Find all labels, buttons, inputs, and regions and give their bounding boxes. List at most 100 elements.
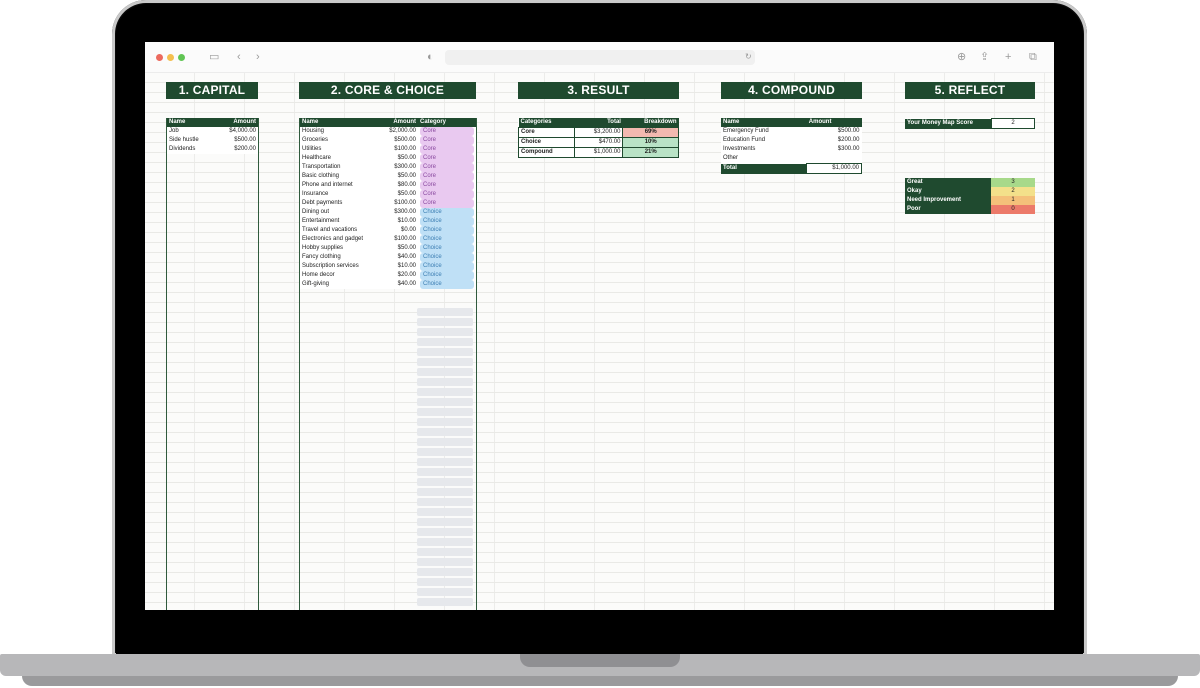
empty-category-cell[interactable] (417, 398, 473, 406)
category-chip[interactable]: Choice (420, 271, 474, 280)
empty-category-cell[interactable] (417, 408, 473, 416)
table-row[interactable]: Phone and internet $80.00 Core (300, 181, 476, 190)
empty-category-cell[interactable] (417, 548, 473, 556)
core-cell-category[interactable]: Choice (418, 235, 476, 244)
core-cell-name[interactable]: Electronics and gadget (300, 235, 380, 244)
back-icon[interactable]: ‹ (237, 50, 241, 64)
table-row[interactable]: Compound $1,000.00 21% (517, 147, 679, 158)
table-row[interactable]: Insurance $50.00 Core (300, 190, 476, 199)
core-cell-name[interactable]: Phone and internet (300, 181, 380, 190)
capital-cell-name[interactable]: Side hustle (167, 136, 215, 145)
core-cell-amount[interactable]: $50.00 (380, 190, 418, 199)
category-chip[interactable]: Core (420, 145, 474, 154)
category-chip[interactable]: Choice (420, 226, 474, 235)
empty-category-cell[interactable] (417, 438, 473, 446)
download-icon[interactable]: ⊕ (957, 50, 966, 64)
category-chip[interactable]: Core (420, 199, 474, 208)
table-row[interactable]: Entertainment $10.00 Choice (300, 217, 476, 226)
capital-cell-name[interactable]: Dividends (167, 145, 215, 154)
category-chip[interactable]: Choice (420, 217, 474, 226)
category-chip[interactable]: Choice (420, 235, 474, 244)
result-cell-category[interactable]: Choice (517, 137, 576, 148)
table-row[interactable]: Investments $300.00 (721, 145, 862, 154)
empty-category-cell[interactable] (417, 468, 473, 476)
core-cell-category[interactable]: Core (418, 154, 476, 163)
core-cell-amount[interactable]: $0.00 (380, 226, 418, 235)
empty-category-cell[interactable] (417, 378, 473, 386)
core-cell-category[interactable]: Core (418, 127, 476, 136)
category-chip[interactable]: Choice (420, 208, 474, 217)
category-chip[interactable]: Choice (420, 280, 474, 289)
category-chip[interactable]: Core (420, 127, 474, 136)
core-cell-category[interactable]: Core (418, 136, 476, 145)
core-cell-name[interactable]: Subscription services (300, 262, 380, 271)
empty-category-cell[interactable] (417, 488, 473, 496)
empty-category-cell[interactable] (417, 538, 473, 546)
table-row[interactable]: Transportation $300.00 Core (300, 163, 476, 172)
table-row[interactable]: Emergency Fund $500.00 (721, 127, 862, 136)
empty-category-cell[interactable] (417, 528, 473, 536)
table-row[interactable]: Housing $2,000.00 Core (300, 127, 476, 136)
result-cell-total[interactable]: $1,000.00 (574, 147, 624, 158)
empty-category-cell[interactable] (417, 498, 473, 506)
result-cell-breakdown[interactable]: 69% (622, 127, 679, 138)
core-cell-amount[interactable]: $100.00 (380, 235, 418, 244)
core-cell-name[interactable]: Transportation (300, 163, 380, 172)
core-cell-category[interactable]: Choice (418, 244, 476, 253)
core-cell-category[interactable]: Core (418, 181, 476, 190)
empty-category-cell[interactable] (417, 568, 473, 576)
empty-category-cell[interactable] (417, 558, 473, 566)
core-cell-name[interactable]: Fancy clothing (300, 253, 380, 262)
address-bar[interactable] (445, 50, 755, 65)
result-cell-total[interactable]: $470.00 (574, 137, 624, 148)
core-cell-name[interactable]: Basic clothing (300, 172, 380, 181)
spreadsheet[interactable]: 1. CAPITAL 2. CORE & CHOICE 3. RESULT 4.… (145, 73, 1054, 610)
core-cell-amount[interactable]: $50.00 (380, 244, 418, 253)
capital-cell-amount[interactable]: $500.00 (215, 136, 258, 145)
category-chip[interactable]: Core (420, 190, 474, 199)
core-cell-category[interactable]: Core (418, 163, 476, 172)
empty-category-cell[interactable] (417, 458, 473, 466)
table-row[interactable]: Electronics and gadget $100.00 Choice (300, 235, 476, 244)
capital-cell-name[interactable]: Job (167, 127, 215, 136)
new-tab-icon[interactable]: + (1005, 50, 1011, 64)
core-cell-name[interactable]: Travel and vacations (300, 226, 380, 235)
core-cell-amount[interactable]: $50.00 (380, 154, 418, 163)
result-cell-breakdown[interactable]: 21% (622, 147, 679, 158)
empty-category-cell[interactable] (417, 368, 473, 376)
core-cell-name[interactable]: Healthcare (300, 154, 380, 163)
core-cell-name[interactable]: Insurance (300, 190, 380, 199)
empty-category-cell[interactable] (417, 358, 473, 366)
table-row[interactable]: Groceries $500.00 Core (300, 136, 476, 145)
table-row[interactable]: Basic clothing $50.00 Core (300, 172, 476, 181)
core-cell-amount[interactable]: $50.00 (380, 172, 418, 181)
table-row[interactable]: Utilities $100.00 Core (300, 145, 476, 154)
empty-category-cell[interactable] (417, 388, 473, 396)
category-chip[interactable]: Core (420, 172, 474, 181)
empty-category-cell[interactable] (417, 598, 473, 606)
category-chip[interactable]: Core (420, 181, 474, 190)
core-cell-amount[interactable]: $100.00 (380, 145, 418, 154)
core-cell-amount[interactable]: $40.00 (380, 280, 418, 289)
table-row[interactable]: Fancy clothing $40.00 Choice (300, 253, 476, 262)
empty-category-cell[interactable] (417, 508, 473, 516)
core-cell-amount[interactable]: $300.00 (380, 163, 418, 172)
empty-category-cell[interactable] (417, 578, 473, 586)
table-row[interactable]: Debt payments $100.00 Core (300, 199, 476, 208)
table-row[interactable]: Education Fund $200.00 (721, 136, 862, 145)
core-cell-amount[interactable]: $80.00 (380, 181, 418, 190)
core-cell-name[interactable]: Dining out (300, 208, 380, 217)
forward-icon[interactable]: › (256, 50, 260, 64)
compound-cell-amount[interactable]: $200.00 (807, 136, 862, 145)
table-row[interactable]: Side hustle $500.00 (167, 136, 258, 145)
empty-category-cell[interactable] (417, 308, 473, 316)
table-row[interactable]: Job $4,000.00 (167, 127, 258, 136)
compound-cell-name[interactable]: Emergency Fund (721, 127, 807, 136)
core-cell-name[interactable]: Hobby supplies (300, 244, 380, 253)
empty-category-cell[interactable] (417, 328, 473, 336)
empty-category-cell[interactable] (417, 518, 473, 526)
result-cell-total[interactable]: $3,200.00 (574, 127, 624, 138)
result-cell-category[interactable]: Compound (517, 147, 576, 158)
category-chip[interactable]: Choice (420, 244, 474, 253)
core-cell-category[interactable]: Choice (418, 208, 476, 217)
